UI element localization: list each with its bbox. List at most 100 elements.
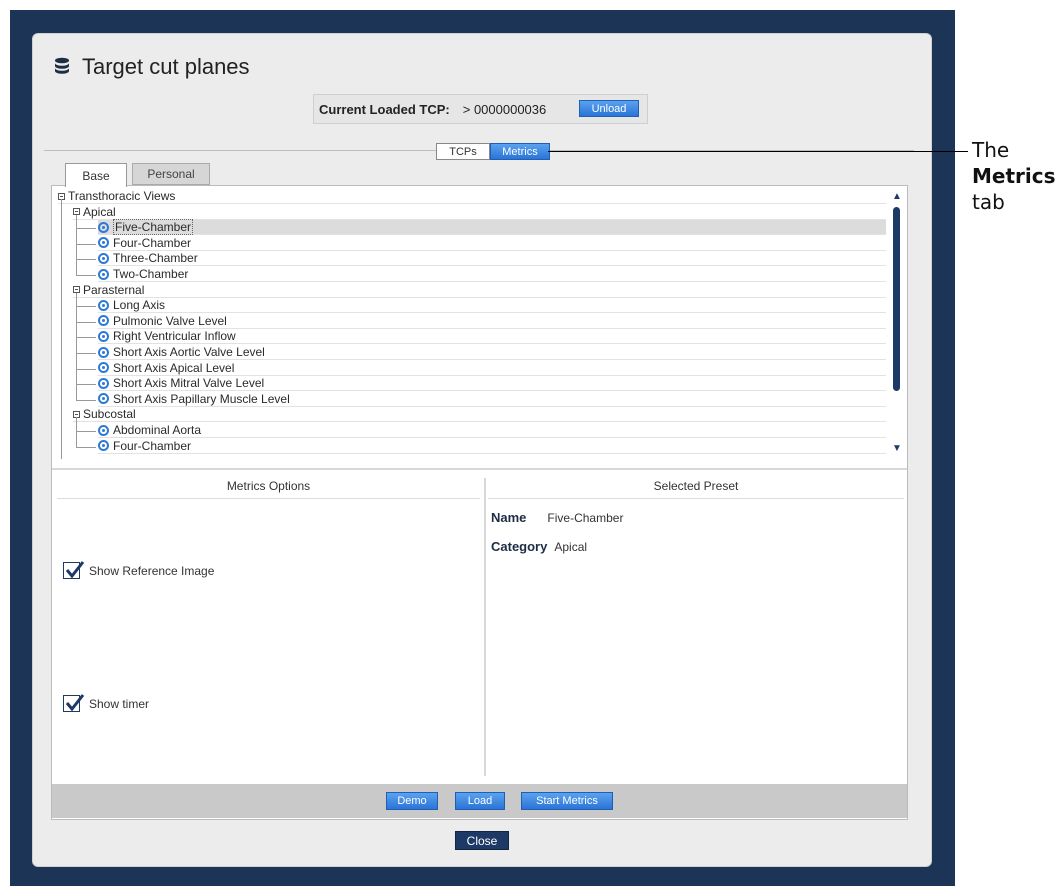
tree-item-row[interactable]: Abdominal Aorta bbox=[98, 423, 886, 438]
callout-leader-line bbox=[548, 151, 968, 152]
preset-node-icon bbox=[98, 393, 109, 405]
tree-item-row[interactable]: Two-Chamber bbox=[98, 267, 886, 282]
metrics-options-heading: Metrics Options bbox=[57, 479, 480, 499]
tree-item-row[interactable]: Short Axis Aortic Valve Level bbox=[98, 345, 886, 360]
show-timer-label: Show timer bbox=[89, 696, 150, 711]
tree-connector bbox=[76, 446, 96, 448]
tree-item-label: Long Axis bbox=[113, 298, 166, 313]
tab-personal[interactable]: Personal bbox=[132, 163, 210, 185]
preset-node-icon bbox=[98, 377, 109, 389]
tree-connector bbox=[61, 199, 62, 459]
tree-connector bbox=[76, 275, 96, 276]
start-metrics-button[interactable]: Start Metrics bbox=[521, 792, 613, 810]
preset-node-icon bbox=[98, 299, 109, 311]
tree-item-label: Short Axis Aortic Valve Level bbox=[113, 345, 265, 359]
show-timer-checkbox[interactable] bbox=[63, 694, 85, 712]
tree-connector bbox=[76, 243, 96, 245]
tree-connector bbox=[76, 228, 96, 230]
preset-node-icon bbox=[98, 252, 109, 264]
tree-bottom-divider bbox=[52, 468, 907, 470]
tree-connector bbox=[76, 384, 96, 386]
demo-button[interactable]: Demo bbox=[386, 792, 438, 810]
preset-category-row: Category Apical bbox=[491, 539, 587, 554]
preset-category-value: Apical bbox=[554, 540, 588, 554]
show-reference-image-checkbox[interactable] bbox=[63, 561, 85, 579]
tree-group-row[interactable]: Apical bbox=[73, 205, 886, 220]
tree-item-label: Apical bbox=[83, 204, 116, 219]
tree-connector bbox=[76, 306, 96, 308]
tree-item-row[interactable]: Long Axis bbox=[98, 298, 886, 314]
tree-connector bbox=[76, 431, 96, 432]
tree-item-label: Subcostal bbox=[83, 407, 136, 422]
metrics-tab-callout: The Metrics tab bbox=[972, 137, 1056, 215]
tree-item-label: Parasternal bbox=[83, 282, 145, 297]
tree-group-row[interactable]: Subcostal bbox=[73, 407, 886, 423]
preset-name-label: Name bbox=[491, 510, 527, 525]
preset-node-icon bbox=[98, 330, 109, 342]
tree-item-row[interactable]: Five-Chamber bbox=[98, 219, 886, 236]
tree-item-row[interactable]: Short Axis Apical Level bbox=[98, 361, 886, 376]
tree-connector bbox=[76, 353, 96, 354]
preset-name-row: Name Five-Chamber bbox=[491, 510, 623, 525]
tree-item-row[interactable]: Three-Chamber bbox=[98, 251, 886, 267]
current-tcp-label: Current Loaded TCP: bbox=[319, 101, 450, 117]
tcp-tree: Transthoracic Views Apical Five-Chamber Fou… bbox=[58, 189, 888, 459]
tree-item-label: Abdominal Aorta bbox=[113, 423, 202, 437]
tree-item-row[interactable]: Short Axis Papillary Muscle Level bbox=[98, 392, 886, 407]
tree-item-label: Three-Chamber bbox=[113, 251, 198, 266]
database-icon bbox=[54, 57, 72, 77]
tree-connector bbox=[76, 399, 96, 401]
unload-button[interactable]: Unload bbox=[579, 100, 639, 117]
tree-group-row[interactable]: Transthoracic Views bbox=[58, 189, 886, 204]
preset-node-icon bbox=[98, 315, 109, 327]
tab-tcps[interactable]: TCPs bbox=[436, 143, 490, 160]
preset-node-icon bbox=[98, 268, 109, 280]
tree-item-label: Right Ventricular Inflow bbox=[113, 329, 236, 344]
tree-item-label: Short Axis Mitral Valve Level bbox=[113, 376, 265, 391]
tree-item-label: Transthoracic Views bbox=[68, 189, 176, 203]
tree-item-row[interactable]: Pulmonic Valve Level bbox=[98, 314, 886, 329]
tree-scrollbar[interactable]: ▲ ▼ bbox=[892, 192, 902, 454]
tree-item-label: Four-Chamber bbox=[113, 235, 192, 250]
tree-item-label: Four-Chamber bbox=[113, 438, 192, 453]
tree-item-row[interactable]: Short Axis Mitral Valve Level bbox=[98, 376, 886, 392]
tree-connector bbox=[76, 337, 96, 339]
show-reference-image-label: Show Reference Image bbox=[89, 563, 215, 578]
preset-category-label: Category bbox=[491, 539, 548, 554]
selected-preset-heading: Selected Preset bbox=[488, 479, 904, 499]
scroll-thumb[interactable] bbox=[893, 207, 900, 391]
tree-item-label: Five-Chamber bbox=[113, 219, 194, 236]
tab-metrics[interactable]: Metrics bbox=[490, 143, 550, 160]
options-divider bbox=[484, 478, 486, 776]
preset-node-icon bbox=[98, 362, 109, 374]
dialog-title-text: Target cut planes bbox=[82, 54, 250, 79]
tree-item-label: Short Axis Apical Level bbox=[113, 360, 235, 375]
tree-group-row[interactable]: Parasternal bbox=[73, 283, 886, 298]
dialog-title: Target cut planes bbox=[54, 52, 250, 82]
tree-item-row[interactable]: Right Ventricular Inflow bbox=[98, 329, 886, 345]
scroll-down-arrow-icon[interactable]: ▼ bbox=[892, 444, 902, 454]
preset-node-icon bbox=[98, 221, 109, 233]
tree-item-row[interactable]: Four-Chamber bbox=[98, 236, 886, 251]
close-button[interactable]: Close bbox=[455, 831, 509, 850]
preset-node-icon bbox=[98, 237, 109, 249]
callout-line-3: tab bbox=[972, 190, 1005, 214]
preset-node-icon bbox=[98, 346, 109, 358]
preset-name-value: Five-Chamber bbox=[547, 511, 624, 525]
tree-item-label: Short Axis Papillary Muscle Level bbox=[113, 391, 290, 406]
preset-node-icon bbox=[98, 424, 109, 436]
scroll-up-arrow-icon[interactable]: ▲ bbox=[892, 192, 902, 202]
tree-item-label: Pulmonic Valve Level bbox=[113, 313, 227, 328]
callout-line-2: Metrics bbox=[972, 164, 1056, 188]
preset-node-icon bbox=[98, 440, 109, 452]
tab-base[interactable]: Base bbox=[65, 163, 127, 187]
callout-line-1: The bbox=[972, 138, 1010, 162]
tree-item-label: Two-Chamber bbox=[113, 267, 189, 281]
show-timer-option[interactable]: Show timer bbox=[63, 694, 150, 712]
load-button[interactable]: Load bbox=[455, 792, 505, 810]
tree-item-row[interactable]: Four-Chamber bbox=[98, 439, 886, 454]
tree-connector bbox=[76, 321, 96, 323]
tree-connector bbox=[76, 368, 96, 370]
current-tcp-value: > 0000000036 bbox=[462, 101, 547, 117]
show-reference-image-option[interactable]: Show Reference Image bbox=[63, 561, 215, 579]
